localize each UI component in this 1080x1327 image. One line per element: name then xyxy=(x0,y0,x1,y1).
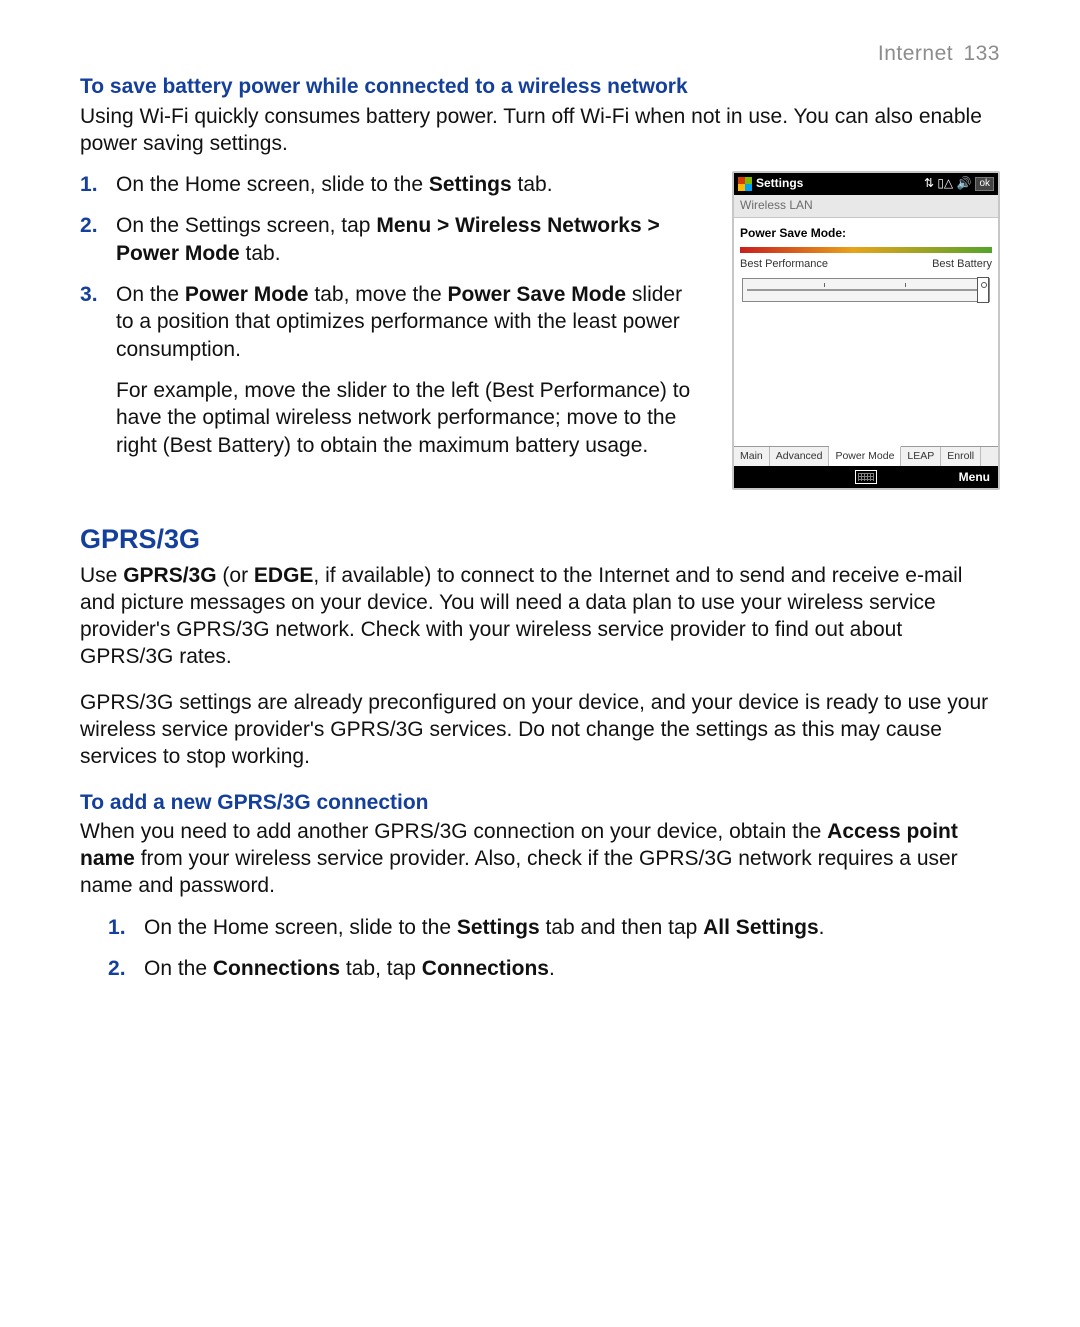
step-bold: Settings xyxy=(457,916,540,939)
step-text: . xyxy=(819,916,825,939)
step-text: tab and then tap xyxy=(540,916,703,939)
screenshot-title: Settings xyxy=(756,176,803,192)
step-bold: Power Save Mode xyxy=(448,283,627,306)
step-1: 1 On the Home screen, slide to the Setti… xyxy=(80,171,702,198)
step-text: On the Home screen, slide to the xyxy=(144,916,457,939)
step-text: tab, move the xyxy=(309,283,448,306)
step-number: 1 xyxy=(80,171,98,198)
power-save-label: Power Save Mode: xyxy=(740,226,992,242)
add-gprs-intro: When you need to add another GPRS/3G con… xyxy=(80,818,1000,900)
step-bold: Settings xyxy=(429,173,512,196)
steps-list-gprs: 1 On the Home screen, slide to the Setti… xyxy=(108,914,1000,983)
tab-power-mode: Power Mode xyxy=(829,446,901,467)
screenshot-titlebar: Settings ⇅ ▯△ 🔊 ok xyxy=(734,173,998,195)
step-text: tab. xyxy=(512,173,553,196)
slider-min-label: Best Performance xyxy=(740,257,828,271)
ok-button: ok xyxy=(975,177,994,191)
gprs-paragraph-2: GPRS/3G settings are already preconfigur… xyxy=(80,689,1000,771)
step-bold: Connections xyxy=(422,957,549,980)
subsection-title-battery: To save battery power while connected to… xyxy=(80,73,1000,100)
step-bold: Power Mode xyxy=(185,283,309,306)
slider-max-label: Best Battery xyxy=(932,257,992,271)
tab-main: Main xyxy=(734,447,770,467)
screenshot-subtitle: Wireless LAN xyxy=(734,195,998,218)
gprs-step-2: 2 On the Connections tab, tap Connection… xyxy=(108,955,1000,982)
step-text: On the xyxy=(116,283,185,306)
step-text: tab, tap xyxy=(340,957,422,980)
step-number: 2 xyxy=(80,212,98,239)
steps-list-battery: 1 On the Home screen, slide to the Setti… xyxy=(80,171,702,459)
windows-flag-icon xyxy=(738,177,752,191)
gprs-step-1: 1 On the Home screen, slide to the Setti… xyxy=(108,914,1000,941)
page-number: 133 xyxy=(963,42,1000,65)
step-number: 3 xyxy=(80,281,98,308)
step-bold: Connections xyxy=(213,957,340,980)
gprs-paragraph-1: Use GPRS/3G (or EDGE, if available) to c… xyxy=(80,562,1000,671)
subsection-title-add-gprs: To add a new GPRS/3G connection xyxy=(80,789,1000,816)
step-text: . xyxy=(549,957,555,980)
screenshot-tabs: Main Advanced Power Mode LEAP Enroll xyxy=(734,446,998,467)
tab-enroll: Enroll xyxy=(941,447,981,467)
slider-thumb xyxy=(977,277,989,303)
step-text: On the xyxy=(144,957,213,980)
menu-softkey: Menu xyxy=(930,470,990,486)
step-number: 1 xyxy=(108,914,126,941)
section-title-gprs: GPRS/3G xyxy=(80,522,1000,557)
tab-leap: LEAP xyxy=(901,447,941,467)
step-text: On the Home screen, slide to the xyxy=(116,173,429,196)
power-save-slider xyxy=(742,278,990,302)
status-icons: ⇅ ▯△ 🔊 xyxy=(924,176,972,192)
step-text: tab. xyxy=(240,242,281,265)
intro-paragraph: Using Wi-Fi quickly consumes battery pow… xyxy=(80,103,1000,158)
chapter-name: Internet xyxy=(878,42,953,65)
gradient-bar xyxy=(740,247,992,253)
step-2: 2 On the Settings screen, tap Menu > Wir… xyxy=(80,212,702,267)
device-screenshot: Settings ⇅ ▯△ 🔊 ok Wireless LAN Power Sa… xyxy=(732,171,1000,490)
step-bold: All Settings xyxy=(703,916,819,939)
step-additional-text: For example, move the slider to the left… xyxy=(116,377,702,459)
page-header: Internet 133 xyxy=(80,40,1000,67)
keyboard-icon xyxy=(855,470,877,484)
screenshot-softkeys: Menu xyxy=(734,466,998,488)
step-number: 2 xyxy=(108,955,126,982)
step-3: 3 On the Power Mode tab, move the Power … xyxy=(80,281,702,459)
step-text: On the Settings screen, tap xyxy=(116,214,376,237)
tab-advanced: Advanced xyxy=(770,447,830,467)
